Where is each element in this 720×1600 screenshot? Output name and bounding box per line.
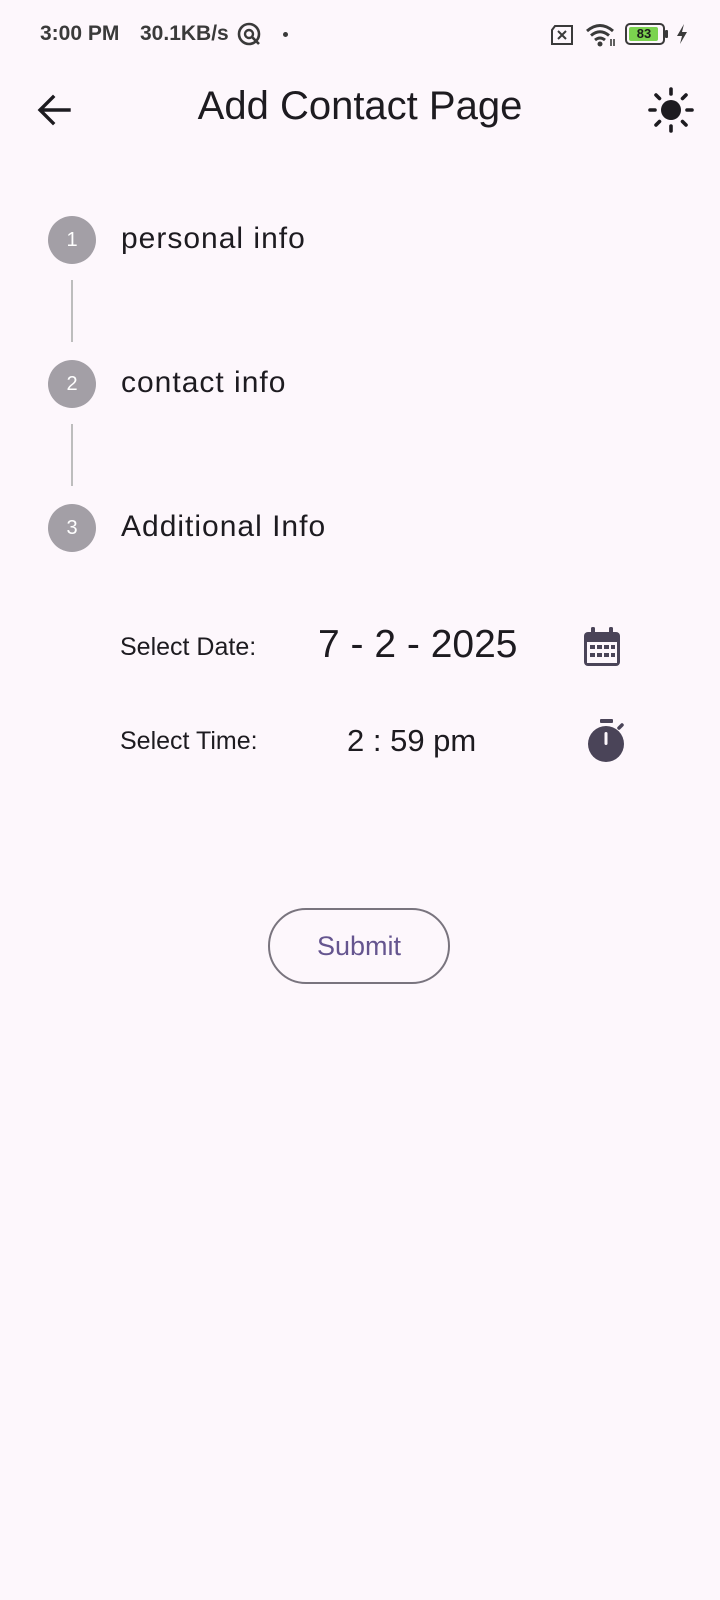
- status-time: 3:00 PM: [40, 22, 120, 45]
- page-title: Add Contact Page: [197, 84, 523, 128]
- sun-icon: [648, 87, 694, 133]
- date-picker-button[interactable]: [578, 623, 626, 671]
- selected-time: 2 : 59 pm: [347, 723, 477, 758]
- step-label: personal info: [121, 222, 306, 255]
- select-time-label: Select Time:: [120, 727, 258, 755]
- selected-date: 7 - 2 - 2025: [318, 623, 518, 666]
- network-speed: 30.1KB/s: [140, 22, 229, 45]
- vpn-icon: [237, 22, 261, 46]
- step-label: Additional Info: [121, 510, 327, 543]
- step-connector: [71, 280, 73, 342]
- step-number: 2: [48, 360, 96, 408]
- status-bar: 3:00 PM 30.1KB/s 83: [0, 0, 720, 70]
- timer-icon: [588, 719, 624, 762]
- add-contact-screen: 3:00 PM 30.1KB/s 83 Add Contact Page 1 p…: [0, 0, 720, 1600]
- submit-button[interactable]: Submit: [268, 908, 450, 984]
- charging-icon: [677, 24, 687, 44]
- step-connector: [71, 424, 73, 486]
- battery-level: 83: [636, 26, 652, 41]
- theme-toggle-button[interactable]: [647, 86, 695, 134]
- step-number: 1: [48, 216, 96, 264]
- select-date-label: Select Date:: [120, 633, 257, 661]
- wifi-icon: [586, 24, 615, 47]
- time-picker-button[interactable]: [583, 717, 631, 765]
- step-label: contact info: [121, 366, 287, 399]
- sim-off-icon: [551, 25, 573, 45]
- step-number: 3: [48, 504, 96, 552]
- app-bar: Add Contact Page: [0, 70, 720, 150]
- calendar-icon: [584, 627, 620, 666]
- notification-dot: [283, 32, 288, 37]
